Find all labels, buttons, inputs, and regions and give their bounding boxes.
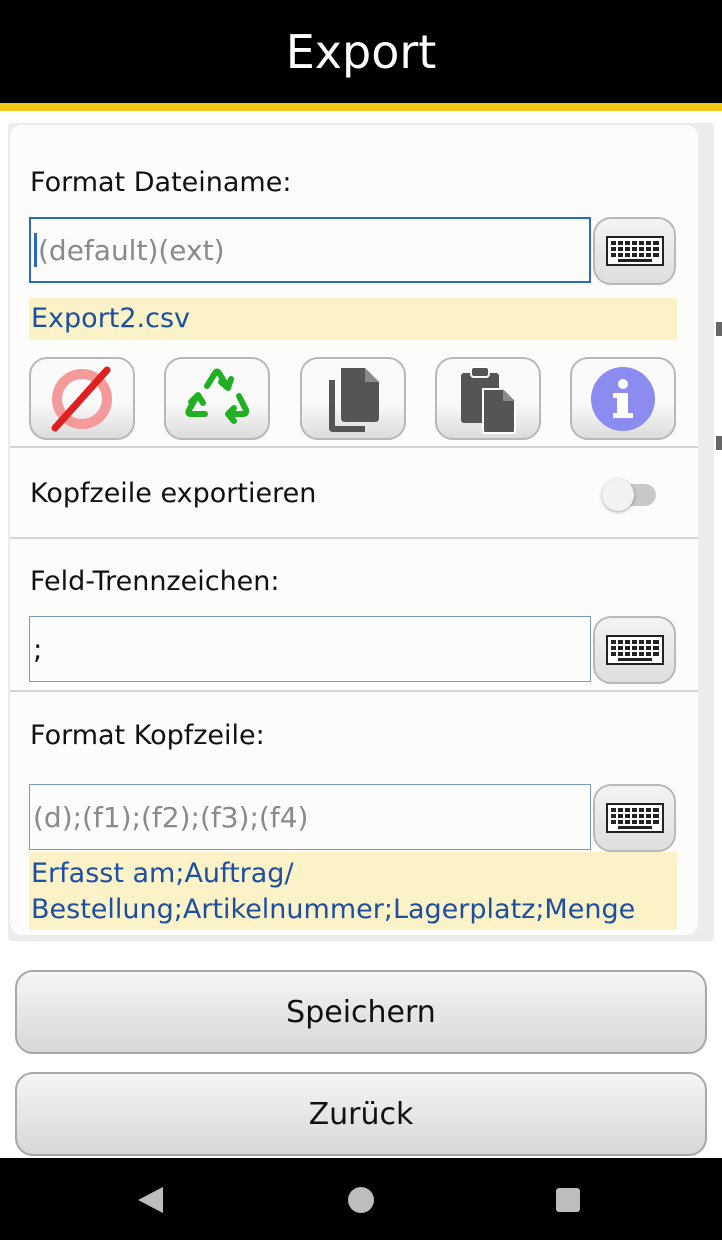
copy-button[interactable] xyxy=(300,357,406,440)
clear-icon xyxy=(51,366,112,431)
header-format-label: Format Kopfzeile: xyxy=(30,720,265,751)
reset-button[interactable] xyxy=(164,357,270,440)
clear-button[interactable] xyxy=(29,357,135,440)
nav-back-icon[interactable] xyxy=(138,1187,163,1213)
page-title: Export xyxy=(285,24,437,79)
divider xyxy=(10,537,698,539)
back-button-label: Zurück xyxy=(308,1096,414,1132)
save-button-label: Speichern xyxy=(286,994,436,1030)
info-button[interactable] xyxy=(570,357,676,440)
nav-recents-icon[interactable] xyxy=(556,1188,580,1212)
divider xyxy=(10,446,698,448)
back-button[interactable]: Zurück xyxy=(15,1072,707,1156)
copy-icon xyxy=(329,367,379,432)
header-format-preview-line1: Erfasst am;Auftrag/ xyxy=(31,858,294,889)
header-accent-line xyxy=(0,103,722,111)
paste-icon xyxy=(461,365,516,434)
header-format-placeholder: (d);(f1);(f2);(f3);(f4) xyxy=(33,800,309,834)
separator-label: Feld-Trennzeichen: xyxy=(30,566,280,597)
scroll-indicator xyxy=(716,436,722,450)
header-format-keyboard-button[interactable] xyxy=(593,784,676,852)
filename-format-placeholder: (default)(ext) xyxy=(38,233,225,267)
form-card: Format Dateiname: (default)(ext) Export2… xyxy=(10,125,698,935)
nav-home-icon[interactable] xyxy=(348,1187,374,1213)
header-export-toggle-thumb[interactable] xyxy=(602,479,634,511)
keyboard-icon xyxy=(605,803,664,833)
divider xyxy=(10,690,698,692)
keyboard-icon xyxy=(605,635,664,665)
recycle-icon xyxy=(185,368,250,424)
separator-keyboard-button[interactable] xyxy=(593,616,676,684)
filename-keyboard-button[interactable] xyxy=(593,217,676,285)
app-title-bar: Export xyxy=(0,0,722,103)
header-format-preview: Erfasst am;Auftrag/ Bestellung;Artikelnu… xyxy=(29,852,677,930)
header-export-label: Kopfzeile exportieren xyxy=(30,478,317,509)
text-caret xyxy=(34,233,37,267)
scroll-indicator xyxy=(716,322,722,336)
header-format-input[interactable]: (d);(f1);(f2);(f3);(f4) xyxy=(29,784,591,850)
keyboard-icon xyxy=(605,236,664,266)
paste-button[interactable] xyxy=(435,357,541,440)
filename-preview-text: Export2.csv xyxy=(31,303,191,334)
filename-format-label: Format Dateiname: xyxy=(30,167,292,198)
form-panel[interactable]: Format Dateiname: (default)(ext) Export2… xyxy=(8,123,714,941)
filename-preview: Export2.csv xyxy=(29,298,677,340)
save-button[interactable]: Speichern xyxy=(15,970,707,1054)
filename-format-input[interactable]: (default)(ext) xyxy=(29,217,591,283)
separator-input[interactable]: ; xyxy=(29,616,591,682)
header-format-preview-line2: Bestellung;Artikelnummer;Lagerplatz;Meng… xyxy=(31,894,636,925)
separator-value: ; xyxy=(33,632,43,666)
info-icon xyxy=(591,366,655,431)
